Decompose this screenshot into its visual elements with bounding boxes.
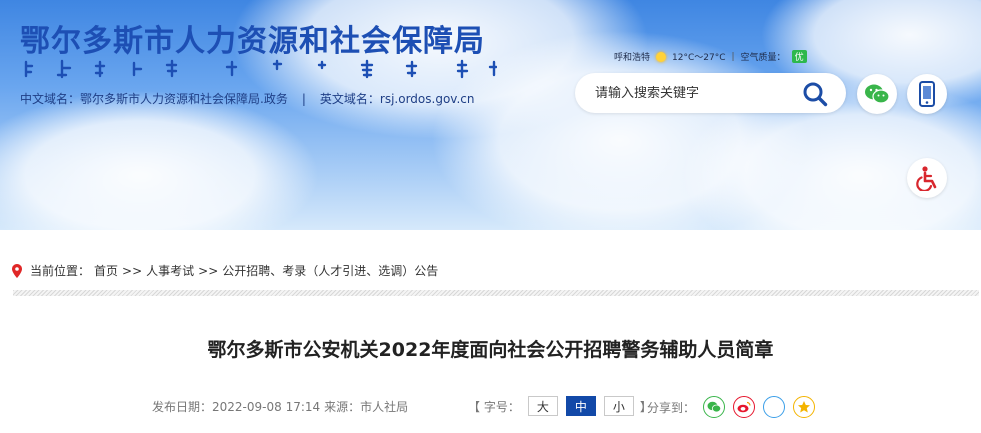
search-bar [575,73,846,113]
domain-info: 中文域名：鄂尔多斯市人力资源和社会保障局.政务 | 英文域名：rsj.ordos.g… [20,90,474,107]
site-header: 鄂尔多斯市人力资源和社会保障局 中文域名：鄂尔多斯市人力资源和社会保障局.政务 |… [0,0,981,230]
breadcrumb-arrow: >> [198,263,219,278]
font-medium-button[interactable]: 中 [565,396,596,416]
font-large-button[interactable]: 大 [527,396,558,416]
wechat-icon [865,84,890,104]
breadcrumb: 当前位置： 首页 >> 人事考试 >> 公开招聘、考录（人才引进、选调）公告 [12,262,438,279]
wechat-button[interactable] [857,74,897,114]
sun-icon [656,51,667,62]
font-size-label: 【 字号： [468,399,520,414]
search-input[interactable] [595,85,795,101]
domain-cn-label: 中文域名： [20,92,81,106]
breadcrumb-divider [13,290,979,296]
mongolian-script-title [24,59,497,79]
qzone-share-icon[interactable] [763,396,786,418]
source-label: 来源： [324,400,361,414]
air-quality-label: 空气质量： [740,53,786,63]
publish-date: 2022-09-08 17:14 [212,399,321,414]
domain-cn-value: 鄂尔多斯市人力资源和社会保障局.政务 [80,92,288,106]
breadcrumb-arrow: >> [122,263,143,278]
breadcrumb-home[interactable]: 首页 [94,262,118,279]
qq-share-icon[interactable] [793,396,816,418]
font-small-button[interactable]: 小 [603,396,634,416]
article-title: 鄂尔多斯市公安机关2022年度面向社会公开招聘警务辅助人员简章 [207,339,774,361]
weather-separator: | [731,51,735,62]
font-size-control: 【 字号： 大 中 小 】 [468,396,652,416]
weather-temperature: 12°C～27°C [672,53,726,63]
location-pin-icon [12,263,22,278]
share-bar: 分享到： [647,396,816,418]
weibo-share-icon[interactable] [733,396,756,418]
mobile-button[interactable] [907,74,947,114]
air-quality-badge: 优 [791,50,807,63]
cloud-decoration [0,90,320,230]
breadcrumb-exam[interactable]: 人事考试 [146,262,194,279]
domain-en-label: 英文域名： [319,92,380,106]
domain-en-value: rsj.ordos.gov.cn [379,92,475,106]
weather-city: 呼和浩特 [614,53,651,63]
mobile-icon [919,81,935,107]
article-meta: 发布日期： 2022-09-08 17:14 来源： 市人社局 [152,398,408,415]
accessibility-button[interactable] [907,158,947,198]
source-value: 市人社局 [360,400,409,414]
weather-widget: 呼和浩特 12°C～27°C | 空气质量： 优 [614,50,807,63]
share-label: 分享到： [647,400,696,415]
breadcrumb-recruitment[interactable]: 公开招聘、考录（人才引进、选调）公告 [222,262,438,279]
site-title[interactable]: 鄂尔多斯市人力资源和社会保障局 [20,16,485,60]
wechat-share-icon[interactable] [703,396,726,418]
search-icon[interactable] [802,81,828,107]
domain-separator: | [301,92,306,106]
breadcrumb-label: 当前位置： [30,264,91,278]
accessibility-icon [916,166,937,191]
publish-date-label: 发布日期： [152,400,213,414]
